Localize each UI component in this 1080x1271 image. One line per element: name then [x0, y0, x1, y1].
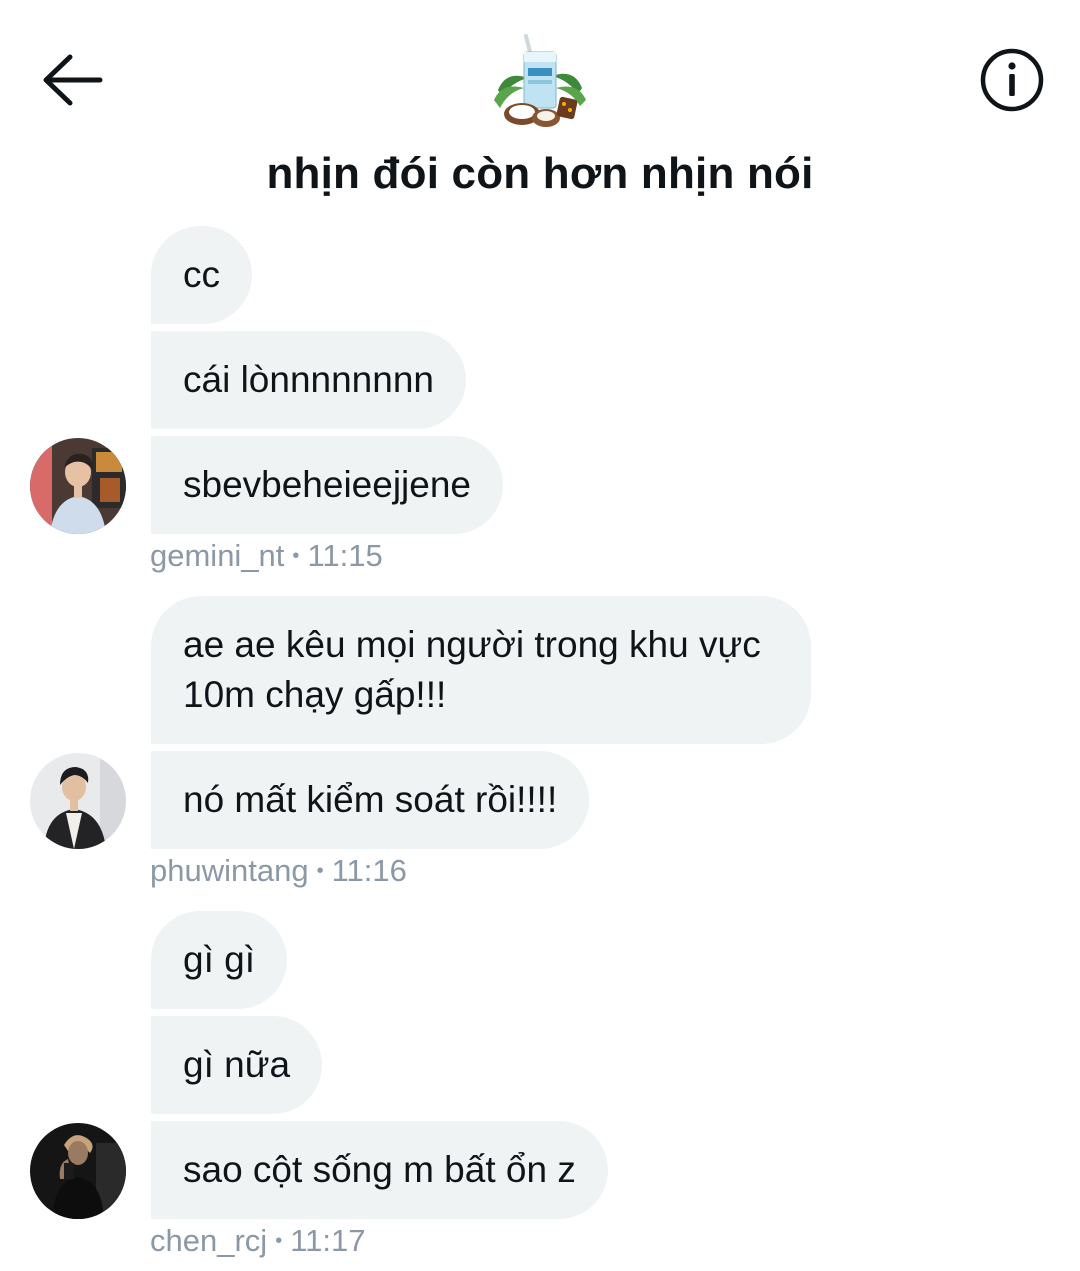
- message-bubble[interactable]: cc: [151, 226, 252, 324]
- message-text: gì nữa: [183, 1044, 291, 1085]
- message-bubble[interactable]: cái lònnnnnnnn: [151, 331, 466, 429]
- message-text: cc: [183, 254, 220, 295]
- sender-username: chen_rcj: [150, 1223, 268, 1258]
- arrow-left-icon: [43, 54, 103, 106]
- sender-username: phuwintang: [150, 853, 309, 888]
- message-time: 11:15: [307, 538, 383, 573]
- message-bubble[interactable]: gì nữa: [151, 1016, 323, 1114]
- message-text: nó mất kiểm soát rồi!!!!: [183, 779, 558, 820]
- separator-dot: •: [292, 545, 300, 567]
- info-circle-icon: [980, 48, 1044, 112]
- group-avatar[interactable]: [488, 30, 592, 130]
- message-text: sbevbeheieejjene: [183, 464, 472, 505]
- message-meta: phuwintang • 11:16: [150, 853, 407, 889]
- user-avatar-image: [30, 753, 126, 849]
- back-button[interactable]: [36, 48, 108, 112]
- message-bubble[interactable]: sbevbeheieejjene: [151, 436, 504, 534]
- avatar-gemini-nt[interactable]: [30, 438, 126, 534]
- message-bubble[interactable]: ae ae kêu mọi người trong khu vực 10m ch…: [151, 596, 811, 744]
- conversation-header: nhịn đói còn hơn nhịn nói: [0, 0, 1080, 215]
- separator-dot: •: [275, 1230, 283, 1252]
- user-avatar-image: [30, 1123, 126, 1219]
- message-meta: gemini_nt • 11:15: [150, 538, 383, 574]
- message-time: 11:16: [331, 853, 407, 888]
- message-text: gì gì: [183, 939, 255, 980]
- message-text: sao cột sống m bất ổn z: [183, 1149, 576, 1190]
- user-avatar-image: [30, 438, 126, 534]
- avatar-phuwintang[interactable]: [30, 753, 126, 849]
- sender-username: gemini_nt: [150, 538, 285, 573]
- separator-dot: •: [316, 860, 324, 882]
- message-bubble[interactable]: gì gì: [151, 911, 287, 1009]
- coconut-drink-image: [494, 33, 586, 127]
- avatar-chen-rcj[interactable]: [30, 1123, 126, 1219]
- message-meta: chen_rcj • 11:17: [150, 1223, 365, 1259]
- conversation-title: nhịn đói còn hơn nhịn nói: [266, 149, 814, 198]
- message-text: cái lònnnnnnnn: [183, 359, 434, 400]
- info-button[interactable]: [976, 44, 1048, 116]
- message-bubble[interactable]: nó mất kiểm soát rồi!!!!: [151, 751, 590, 849]
- message-bubble[interactable]: sao cột sống m bất ổn z: [151, 1121, 608, 1219]
- message-time: 11:17: [290, 1223, 366, 1258]
- message-text: ae ae kêu mọi người trong khu vực 10m ch…: [183, 624, 761, 715]
